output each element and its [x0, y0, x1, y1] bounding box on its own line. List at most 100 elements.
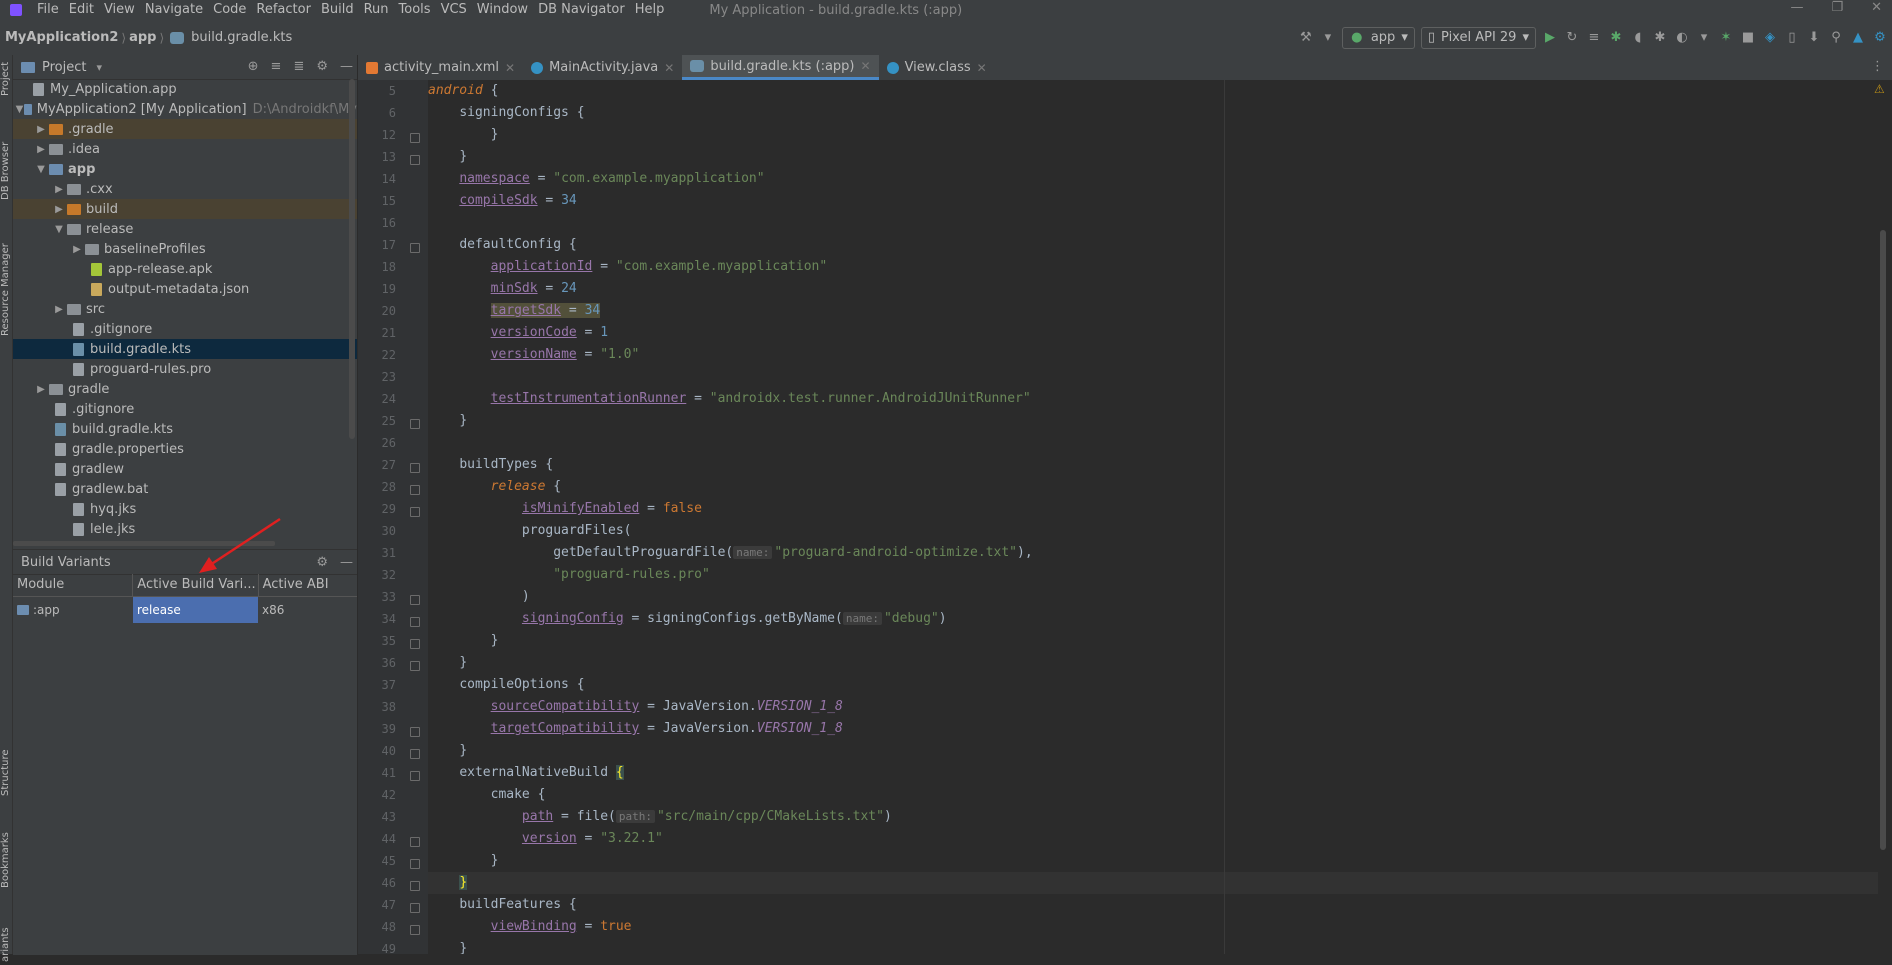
tree-item[interactable]: lele.jks: [13, 519, 357, 539]
tree-item[interactable]: proguard-rules.pro: [13, 359, 357, 379]
debug-icon[interactable]: ✱: [1608, 30, 1624, 46]
fold-marker-icon[interactable]: [410, 155, 420, 165]
tool-tab-structure[interactable]: Structure: [0, 743, 12, 803]
close-icon[interactable]: ✕: [861, 59, 871, 73]
active-abi-cell[interactable]: x86: [258, 597, 357, 623]
chevron-down-icon[interactable]: ▼: [33, 164, 49, 175]
coverage-icon[interactable]: ◐: [1674, 30, 1690, 46]
tab-build-gradle[interactable]: build.gradle.kts (:app) ✕: [682, 55, 879, 80]
tree-item[interactable]: .gitignore: [13, 399, 357, 419]
rerun-icon[interactable]: ↻: [1564, 30, 1580, 46]
sync-gradle-icon[interactable]: ◈: [1762, 30, 1778, 46]
menu-window[interactable]: Window: [472, 0, 533, 20]
tree-item[interactable]: gradlew.bat: [13, 479, 357, 499]
expand-all-icon[interactable]: ≡: [271, 59, 282, 74]
update-icon[interactable]: ▲: [1850, 30, 1866, 46]
tree-item[interactable]: ▶ .idea: [13, 139, 357, 159]
menu-help[interactable]: Help: [630, 0, 670, 20]
vertical-scrollbar[interactable]: [349, 79, 355, 439]
run-icon[interactable]: ▶: [1542, 30, 1558, 46]
menu-refactor[interactable]: Refactor: [251, 0, 316, 20]
tree-item[interactable]: .gitignore: [13, 319, 357, 339]
tree-item[interactable]: ▶ .cxx: [13, 179, 357, 199]
device-select[interactable]: ▯ Pixel API 29 ▾: [1420, 26, 1536, 49]
column-header-module[interactable]: Module: [13, 574, 134, 596]
menu-navigate[interactable]: Navigate: [140, 0, 208, 20]
attach-process-icon[interactable]: ✶: [1718, 30, 1734, 46]
fold-marker-icon[interactable]: [410, 507, 420, 517]
fold-marker-icon[interactable]: [410, 485, 420, 495]
apply-changes-icon[interactable]: ≡: [1586, 30, 1602, 46]
fold-marker-icon[interactable]: [410, 463, 420, 473]
device-manager-icon[interactable]: ▯: [1784, 30, 1800, 46]
fold-marker-icon[interactable]: [410, 639, 420, 649]
more-tabs-icon[interactable]: ⋮: [1871, 59, 1884, 74]
tree-item[interactable]: ▶ src: [13, 299, 357, 319]
tree-item[interactable]: gradle.properties: [13, 439, 357, 459]
tree-item[interactable]: app-release.apk: [13, 259, 357, 279]
chevron-down-icon[interactable]: ▾: [1696, 30, 1712, 46]
fold-marker-icon[interactable]: [410, 133, 420, 143]
chevron-right-icon[interactable]: ▶: [51, 204, 67, 215]
tree-item[interactable]: ▶ baselineProfiles: [13, 239, 357, 259]
locate-icon[interactable]: ⊕: [248, 59, 259, 74]
tree-item[interactable]: build.gradle.kts: [13, 419, 357, 439]
fold-marker-icon[interactable]: [410, 903, 420, 913]
menu-code[interactable]: Code: [208, 0, 251, 20]
hide-icon[interactable]: —: [340, 59, 353, 74]
fold-marker-icon[interactable]: [410, 595, 420, 605]
tab-view-class[interactable]: View.class ✕: [879, 55, 995, 80]
tab-main-activity[interactable]: MainActivity.java ✕: [523, 55, 682, 80]
close-icon[interactable]: ✕: [977, 61, 987, 75]
chevron-right-icon[interactable]: ▶: [69, 244, 85, 255]
menu-edit[interactable]: Edit: [64, 0, 99, 20]
tool-tab-db-browser[interactable]: DB Browser: [0, 135, 12, 207]
fold-marker-icon[interactable]: [410, 727, 420, 737]
menu-view[interactable]: View: [99, 0, 140, 20]
menu-file[interactable]: File: [32, 0, 64, 20]
breadcrumb-project[interactable]: MyApplication2: [2, 30, 121, 45]
warning-icon[interactable]: ⚠: [1874, 82, 1885, 96]
sdk-manager-icon[interactable]: ⬇: [1806, 30, 1822, 46]
tab-activity-main[interactable]: activity_main.xml ✕: [358, 55, 523, 80]
settings-icon[interactable]: ⚙: [1872, 30, 1888, 46]
build-hammer-icon[interactable]: ⚒: [1298, 30, 1314, 46]
collapse-all-icon[interactable]: ≣: [293, 59, 304, 74]
tree-item[interactable]: ▼ app: [13, 159, 357, 179]
chevron-right-icon[interactable]: ▶: [33, 144, 49, 155]
tree-item[interactable]: gradlew: [13, 459, 357, 479]
attach-debugger-icon[interactable]: ✱: [1652, 30, 1668, 46]
profile-icon[interactable]: ◖: [1630, 30, 1646, 46]
close-window-icon[interactable]: ✕: [1871, 0, 1882, 15]
column-header-abi[interactable]: Active ABI: [259, 574, 357, 596]
fold-marker-icon[interactable]: [410, 617, 420, 627]
minimize-icon[interactable]: —: [1790, 0, 1803, 15]
tree-item[interactable]: hyq.jks: [13, 499, 357, 519]
menu-vcs[interactable]: VCS: [436, 0, 472, 20]
table-row[interactable]: :app release x86: [13, 597, 357, 623]
chevron-down-icon[interactable]: ▼: [51, 224, 67, 235]
fold-marker-icon[interactable]: [410, 881, 420, 891]
search-icon[interactable]: ⚲: [1828, 30, 1844, 46]
close-icon[interactable]: ✕: [664, 61, 674, 75]
gear-icon[interactable]: ⚙: [316, 59, 328, 74]
tree-item[interactable]: build.gradle.kts: [13, 339, 357, 359]
fold-marker-icon[interactable]: [410, 859, 420, 869]
fold-marker-icon[interactable]: [410, 925, 420, 935]
fold-marker-icon[interactable]: [410, 749, 420, 759]
restore-icon[interactable]: ❐: [1831, 0, 1843, 15]
gear-icon[interactable]: ⚙: [316, 555, 328, 570]
fold-marker-icon[interactable]: [410, 771, 420, 781]
chevron-right-icon[interactable]: ▶: [33, 124, 49, 135]
active-build-variant-cell[interactable]: release: [133, 597, 258, 623]
chevron-right-icon[interactable]: ▶: [33, 384, 49, 395]
stop-icon[interactable]: ■: [1740, 30, 1756, 46]
editor-scrollbar[interactable]: [1880, 230, 1886, 850]
fold-marker-icon[interactable]: [410, 661, 420, 671]
code-editor[interactable]: android { signingConfigs { } } namespace…: [428, 80, 1892, 954]
breadcrumb-file[interactable]: build.gradle.kts: [188, 30, 295, 45]
menu-db-navigator[interactable]: DB Navigator: [533, 0, 630, 20]
hide-icon[interactable]: —: [340, 555, 353, 570]
fold-marker-icon[interactable]: [410, 837, 420, 847]
tree-item[interactable]: ▼ release: [13, 219, 357, 239]
